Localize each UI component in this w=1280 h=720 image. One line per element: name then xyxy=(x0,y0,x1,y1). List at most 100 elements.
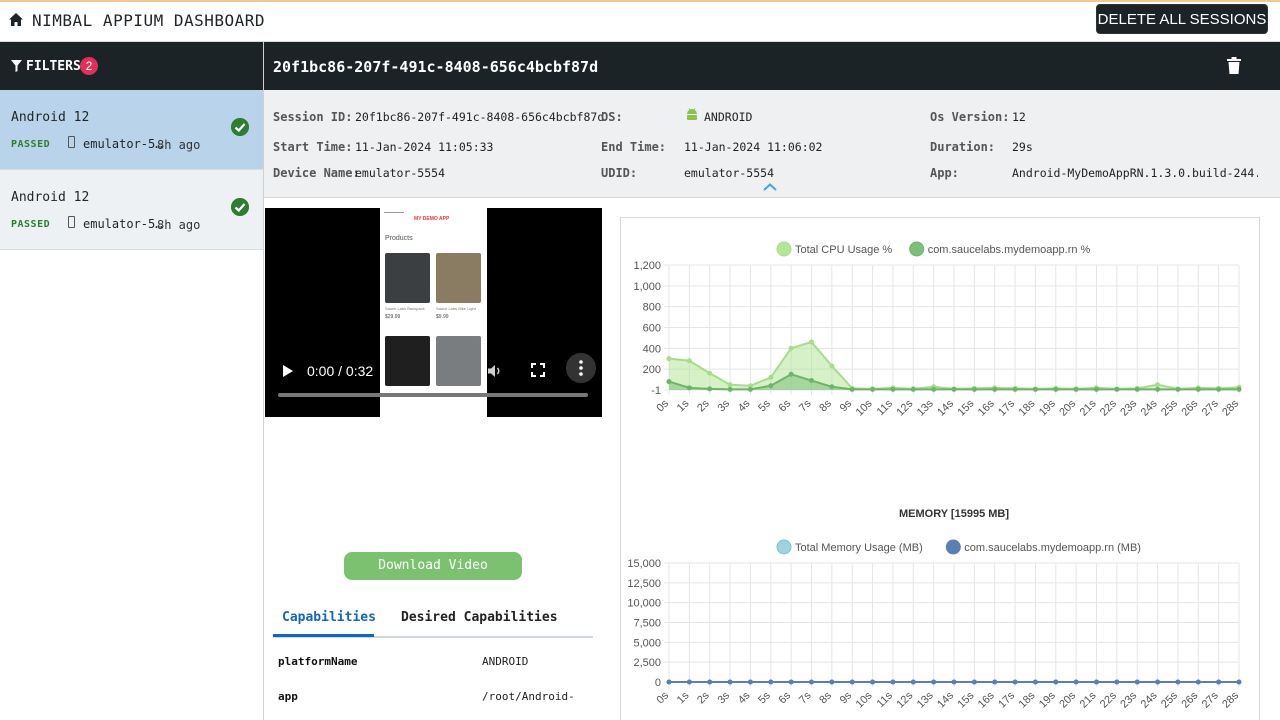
x-tick-label: 25s xyxy=(1159,397,1180,418)
start-time-value: 11-Jan-2024 11:05:33 xyxy=(355,140,494,154)
charts-svg: Total CPU Usage % com.saucelabs.mydemoapp… xyxy=(627,241,1242,711)
data-point xyxy=(829,679,835,685)
device-name-label: Device Name: xyxy=(273,166,360,180)
duration-value: 29s xyxy=(1012,140,1033,154)
x-tick-label: 21s xyxy=(1078,689,1099,710)
x-tick-label: 3s xyxy=(715,689,732,706)
data-point xyxy=(1236,679,1242,685)
data-point xyxy=(1175,679,1181,685)
x-tick-label: 16s xyxy=(976,689,997,710)
chevron-up-icon[interactable] xyxy=(763,183,777,191)
more-options-icon[interactable] xyxy=(566,353,596,383)
data-point xyxy=(849,386,855,392)
legend-label: com.saucelabs.mydemoapp.rn (MB) xyxy=(964,542,1141,554)
data-point xyxy=(971,679,977,685)
x-tick-label: 19s xyxy=(1037,689,1058,710)
volume-icon[interactable] xyxy=(487,363,503,379)
home-icon[interactable] xyxy=(8,12,24,28)
product-image-jacket xyxy=(436,336,481,386)
legend-marker xyxy=(909,241,925,257)
x-tick-label: 20s xyxy=(1057,689,1078,710)
x-tick-label: 7s xyxy=(797,397,814,414)
data-point xyxy=(870,679,876,685)
play-icon[interactable] xyxy=(282,364,294,378)
y-tick-label: 12,500 xyxy=(627,578,661,590)
x-tick-label: 24s xyxy=(1139,397,1160,418)
x-tick-label: 14s xyxy=(935,397,956,418)
data-point xyxy=(686,679,692,685)
trash-icon[interactable] xyxy=(1227,57,1241,74)
data-point xyxy=(707,370,713,376)
data-point xyxy=(971,386,977,392)
delete-all-sessions-button[interactable]: DELETE ALL SESSIONS xyxy=(1096,4,1268,34)
data-point xyxy=(1032,386,1038,392)
data-point xyxy=(849,679,855,685)
sidebar: FILTERS 2 Android 12 PASSED emulator-5… … xyxy=(0,42,264,720)
legend-label: Total CPU Usage % xyxy=(795,244,892,256)
x-tick-label: 27s xyxy=(1200,689,1221,710)
x-tick-label: 10s xyxy=(854,397,875,418)
data-point xyxy=(1114,386,1120,392)
y-tick-label: -1 xyxy=(651,385,661,397)
data-point xyxy=(931,679,937,685)
y-tick-label: 2,500 xyxy=(633,657,661,669)
data-point xyxy=(1073,386,1079,392)
udid-label: UDID: xyxy=(601,166,638,180)
data-point xyxy=(686,385,692,391)
x-tick-label: 12s xyxy=(894,397,915,418)
x-tick-label: 16s xyxy=(976,397,997,418)
app-title: NIMBAL APPIUM DASHBOARD xyxy=(32,11,266,30)
session-platform: Android 12 xyxy=(11,110,90,125)
x-tick-label: 12s xyxy=(894,689,915,710)
data-point xyxy=(1216,679,1222,685)
os-version-label: Os Version: xyxy=(930,110,1010,124)
session-video-player[interactable]: MY DEMO APP Products Sauce Labs Backpack… xyxy=(265,208,602,417)
product-image-backpack xyxy=(385,253,430,303)
product-image-bike-light xyxy=(436,253,481,303)
x-tick-label: 26s xyxy=(1179,397,1200,418)
download-video-button[interactable]: Download Video xyxy=(344,552,522,580)
y-tick-label: 1,200 xyxy=(633,260,661,272)
x-tick-label: 2s xyxy=(695,397,712,414)
video-progress-bar[interactable] xyxy=(278,393,588,397)
capability-key: app xyxy=(278,690,298,703)
y-tick-label: 7,500 xyxy=(633,618,661,630)
data-point xyxy=(1195,386,1201,392)
data-point xyxy=(1053,679,1059,685)
x-tick-label: 13s xyxy=(915,689,936,710)
y-tick-label: 0 xyxy=(655,677,661,689)
x-tick-label: 0s xyxy=(654,689,671,706)
x-tick-label: 19s xyxy=(1037,397,1058,418)
x-tick-label: 4s xyxy=(736,689,753,706)
video-frame: MY DEMO APP Products Sauce Labs Backpack… xyxy=(380,208,487,417)
fullscreen-icon[interactable] xyxy=(531,363,545,377)
tab-desired-capabilities[interactable]: Desired Capabilities xyxy=(401,610,558,625)
x-tick-label: 11s xyxy=(875,397,896,418)
active-tab-indicator xyxy=(273,634,374,637)
session-time-ago: 8h ago xyxy=(157,218,201,232)
y-tick-label: 600 xyxy=(643,323,661,335)
data-point xyxy=(768,679,774,685)
y-tick-label: 5,000 xyxy=(633,637,661,649)
y-tick-label: 15,000 xyxy=(627,558,661,570)
app-brand: MY DEMO APP xyxy=(414,216,450,222)
data-point xyxy=(1155,679,1161,685)
session-list-item[interactable]: Android 12 PASSED emulator-5… 8h ago xyxy=(0,90,263,170)
session-list-item[interactable]: Android 12 PASSED emulator-5… 8h ago xyxy=(0,170,263,250)
data-point xyxy=(1053,386,1059,392)
data-point xyxy=(768,374,774,380)
x-tick-label: 6s xyxy=(777,397,794,414)
data-point xyxy=(1155,386,1161,392)
session-status: PASSED xyxy=(11,219,51,230)
x-tick-label: 18s xyxy=(1017,689,1038,710)
x-tick-label: 28s xyxy=(1220,397,1241,418)
x-tick-label: 27s xyxy=(1200,397,1221,418)
data-point xyxy=(992,679,998,685)
filters-toggle[interactable]: FILTERS 2 xyxy=(0,42,263,90)
product-price: $9.99 xyxy=(436,314,449,320)
x-tick-label: 14s xyxy=(935,689,956,710)
data-point xyxy=(666,679,672,685)
tab-capabilities[interactable]: Capabilities xyxy=(282,610,376,625)
os-version-value: 12 xyxy=(1012,110,1026,124)
data-point xyxy=(747,386,753,392)
